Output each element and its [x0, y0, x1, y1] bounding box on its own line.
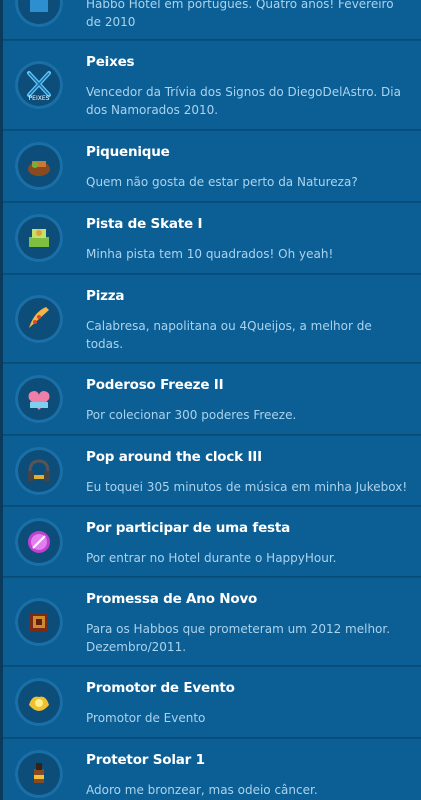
svg-text:PEIXES: PEIXES — [29, 95, 50, 102]
freeze-badge-icon — [15, 375, 63, 423]
badge-description: Promotor de Evento — [86, 711, 206, 725]
sunscreen-badge-icon — [15, 750, 63, 798]
badge-row[interactable]: Promotor de Evento Promotor de Evento — [3, 666, 421, 738]
badge-row[interactable]: Pista de Skate I Minha pista tem 10 quad… — [3, 202, 421, 274]
badge-description: Vencedor da Trívia dos Signos do DiegoDe… — [86, 85, 401, 117]
badge-row[interactable]: Poderoso Freeze II Por colecionar 300 po… — [3, 363, 421, 435]
badge-description: Por entrar no Hotel durante o HappyHour. — [86, 551, 337, 565]
picnic-badge-icon — [15, 142, 63, 190]
badge-row[interactable]: PEIXES Peixes Vencedor da Trívia dos Sig… — [3, 40, 421, 130]
badge-description: Quem não gosta de estar perto da Naturez… — [86, 175, 358, 189]
new-year-badge-icon — [15, 597, 63, 646]
badge-title: Poderoso Freeze II — [86, 377, 224, 393]
badge-row[interactable]: Habbo Hotel em português. Quatro anos! F… — [3, 0, 421, 40]
badge-description: Habbo Hotel em português. Quatro anos! F… — [86, 0, 394, 29]
badge-title: Protetor Solar 1 — [86, 752, 205, 768]
pizza-badge-icon — [15, 294, 63, 343]
event-promoter-badge-icon — [15, 678, 63, 726]
badge-description: Para os Habbos que prometeram um 2012 me… — [86, 622, 391, 654]
hotel-badge-icon — [15, 0, 63, 27]
badge-title: Pizza — [86, 288, 125, 304]
badge-row[interactable]: Pop around the clock III Eu toquei 305 m… — [3, 435, 421, 506]
badge-row[interactable]: Protetor Solar 1 Adoro me bronzear, mas … — [3, 738, 421, 800]
badge-list-panel: Habbo Hotel em português. Quatro anos! F… — [0, 0, 421, 800]
badge-description: Minha pista tem 10 quadrados! Oh yeah! — [86, 247, 334, 261]
badge-description: Eu toquei 305 minutos de música em minha… — [86, 480, 408, 494]
badge-description: Por colecionar 300 poderes Freeze. — [86, 408, 297, 422]
badge-title: Pista de Skate I — [86, 216, 203, 232]
badge-title: Peixes — [86, 54, 135, 70]
skate-badge-icon — [15, 214, 63, 262]
badge-title: Promessa de Ano Novo — [86, 591, 258, 607]
badge-list[interactable]: Habbo Hotel em português. Quatro anos! F… — [3, 0, 421, 800]
badge-title: Pop around the clock III — [86, 449, 262, 465]
pisces-badge-icon: PEIXES — [15, 61, 63, 109]
badge-row[interactable]: Piquenique Quem não gosta de estar perto… — [3, 130, 421, 202]
badge-description: Calabresa, napolitana ou 4Queijos, a mel… — [86, 319, 372, 351]
badge-row[interactable]: Pizza Calabresa, napolitana ou 4Queijos,… — [3, 274, 421, 363]
headphones-badge-icon — [15, 446, 63, 495]
badge-row[interactable]: Por participar de uma festa Por entrar n… — [3, 506, 421, 577]
badge-row[interactable]: Promessa de Ano Novo Para os Habbos que … — [3, 577, 421, 666]
badge-title: Piquenique — [86, 144, 170, 160]
badge-title: Por participar de uma festa — [86, 520, 291, 536]
party-badge-icon — [15, 517, 63, 566]
badge-description: Adoro me bronzear, mas odeio câncer. — [86, 783, 318, 797]
badge-title: Promotor de Evento — [86, 680, 235, 696]
